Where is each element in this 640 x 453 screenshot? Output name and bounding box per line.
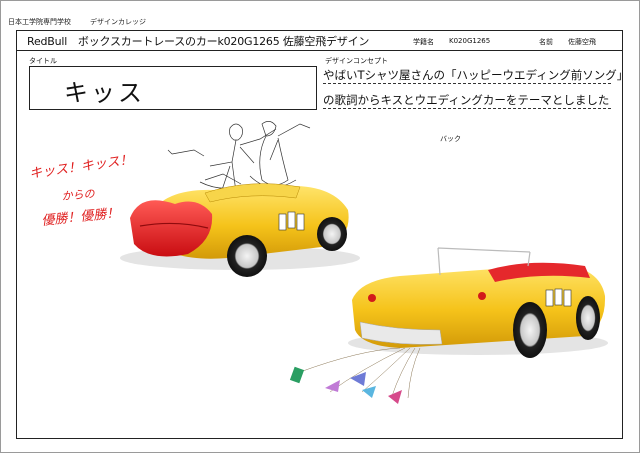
front-left-wheel (227, 235, 267, 277)
car-back-graphic (545, 288, 572, 307)
illustration-canvas: キッス！キッス！ からの 優勝！優勝！ (28, 121, 608, 404)
handwriting-line-3: 優勝！優勝！ (41, 206, 120, 229)
car-side-graphic (278, 211, 305, 231)
front-view-car (120, 183, 360, 277)
back-view-car (289, 247, 608, 404)
front-right-wheel-back-view (576, 296, 600, 340)
handwritten-cheer: キッス！キッス！ からの 優勝！優勝！ (28, 153, 133, 229)
rear-right-wheel (513, 302, 547, 358)
couple-sketch (167, 121, 311, 197)
handwriting-line-1: キッス！キッス！ (28, 153, 133, 182)
front-right-wheel (317, 217, 347, 251)
tin-cans (299, 347, 421, 399)
handwriting-line-2: からの (61, 187, 96, 203)
